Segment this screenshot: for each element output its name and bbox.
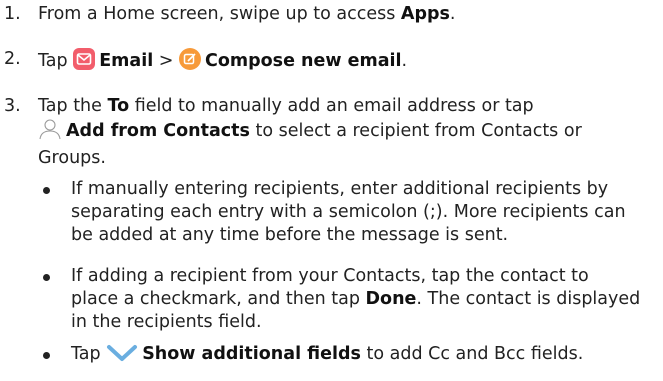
step-number: 1. — [4, 4, 21, 24]
email-app-icon — [73, 48, 96, 77]
step-text: From a Home screen, swipe up to access A… — [38, 4, 456, 24]
email-label: Email — [99, 51, 154, 71]
step-text: Tap Email > Compose new email. — [38, 48, 658, 77]
done-label: Done — [365, 289, 417, 309]
instructions-document: 1. From a Home screen, swipe up to acces… — [0, 0, 663, 381]
bullet-dot — [43, 274, 50, 281]
add-from-contacts-label: Add from Contacts — [66, 121, 250, 141]
compose-icon — [179, 48, 201, 77]
contact-person-icon — [38, 118, 62, 147]
bullet-text: If adding a recipient from your Contacts… — [71, 266, 641, 332]
step-number: 3. — [4, 96, 21, 116]
step-text: Tap the To field to manually add an emai… — [38, 96, 582, 168]
apps-label: Apps — [400, 4, 450, 24]
step-number: 2. — [4, 49, 21, 69]
bullet-text: Tap Show additional fields to add Cc and… — [71, 343, 661, 370]
show-additional-fields-label: Show additional fields — [142, 344, 361, 364]
chevron-down-icon — [106, 343, 138, 370]
bullet-text: If manually entering recipients, enter a… — [71, 179, 626, 245]
to-field-label: To — [107, 96, 130, 116]
bullet-dot — [43, 352, 50, 359]
bullet-dot — [43, 187, 50, 194]
compose-label: Compose new email — [205, 51, 402, 71]
